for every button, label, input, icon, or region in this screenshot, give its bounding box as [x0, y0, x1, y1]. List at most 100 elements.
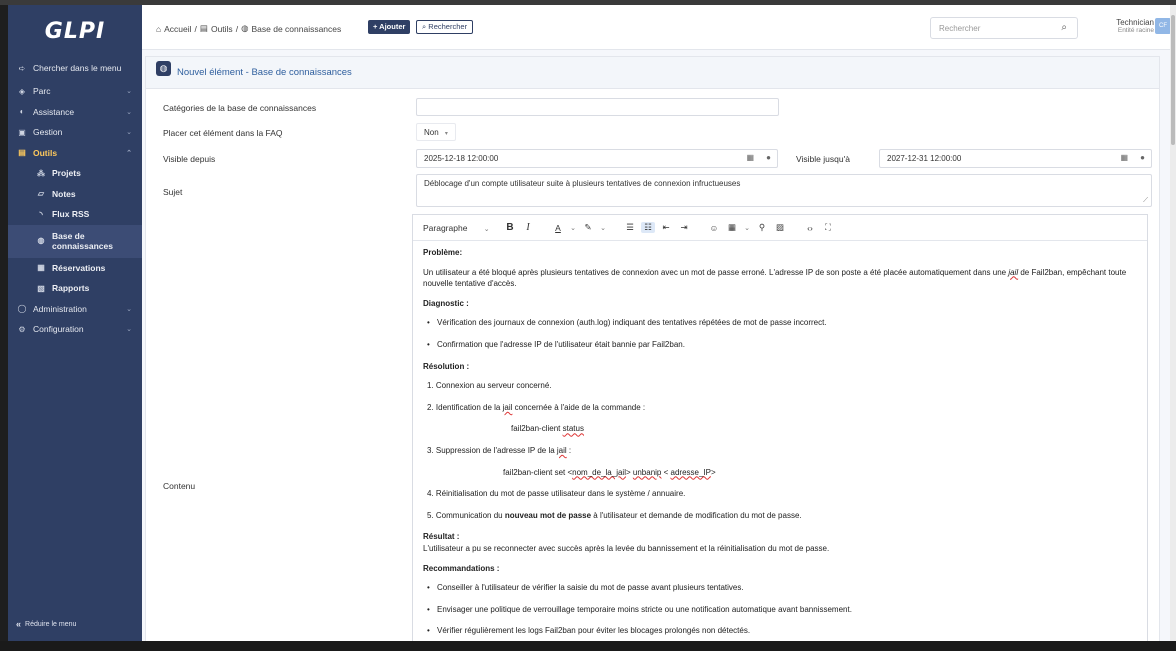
text-run: jail — [502, 402, 513, 412]
sidebar-item-configuration[interactable]: ⚙ Configuration ⌄ — [8, 319, 142, 340]
chevron-down-icon[interactable]: ⌄ — [599, 224, 607, 232]
text-run: < — [661, 467, 671, 477]
global-search-placeholder: Rechercher — [939, 24, 981, 33]
emoji-icon[interactable]: ☺ — [707, 223, 721, 233]
faq-select[interactable]: Non ▾ — [416, 123, 456, 141]
highlight-pen-icon[interactable]: ✎ — [581, 222, 595, 233]
avatar[interactable]: CF — [1155, 18, 1171, 34]
image-icon[interactable]: ▨ — [773, 222, 787, 233]
chevron-down-icon: ⌄ — [126, 305, 132, 313]
categories-select[interactable] — [416, 98, 779, 116]
sidebar-subitem-rss[interactable]: ◝ Flux RSS — [8, 204, 142, 225]
sidebar-item-label: Parc — [33, 86, 51, 97]
sidebar-subitem-projets[interactable]: ⁂ Projets — [8, 163, 142, 184]
calendar-icon: ▦ — [37, 263, 45, 273]
visible-from-label: Visible depuis — [163, 154, 216, 164]
list-item: Conseiller à l'utilisateur de vérifier l… — [427, 582, 1137, 594]
search-button-label: Rechercher — [428, 22, 468, 31]
editor-content[interactable]: Problème: Un utilisateur a été bloqué ap… — [413, 241, 1147, 651]
sidebar-item-gestion[interactable]: ▣ Gestion ⌄ — [8, 122, 142, 143]
calendar-icon[interactable]: ▦ — [1120, 153, 1128, 162]
sidebar-subitem-label: Projets — [52, 168, 81, 179]
glpi-logo[interactable]: GLPI — [8, 5, 142, 57]
chevron-down-icon[interactable]: ⌄ — [569, 224, 577, 232]
search-button[interactable]: ⌕ Rechercher — [416, 20, 474, 34]
chevron-down-icon[interactable]: ⌄ — [743, 224, 751, 232]
resolution-list: 3. Suppression de l'adresse IP de la jai… — [427, 445, 1137, 457]
fullscreen-icon[interactable]: ⛶ — [821, 222, 835, 233]
indent-icon[interactable]: ⇥ — [677, 222, 691, 233]
rss-icon: ◝ — [39, 209, 43, 219]
categories-label: Catégories de la base de connaissances — [163, 103, 317, 113]
bold-button[interactable]: B — [503, 222, 517, 233]
sidebar-item-label: Outils — [33, 147, 58, 158]
section-heading: Résultat : — [423, 532, 460, 542]
clear-icon[interactable]: ● — [1140, 153, 1145, 162]
scrollbar-thumb[interactable] — [1171, 15, 1175, 145]
sidebar-subitem-label: Rapports — [52, 283, 90, 294]
add-button[interactable]: + Ajouter — [368, 20, 411, 34]
editor-toolbar: Paragraphe ⌄ B I A ⌄ ✎ ⌄ ☰ ☷ ⇤ ⇥ ☺ ▦ ⌄ ⚲… — [413, 215, 1147, 241]
link-icon[interactable]: ⚲ — [755, 222, 769, 233]
code-icon[interactable]: ‹› — [803, 223, 817, 233]
resize-handle-icon[interactable]: ⟋ — [1143, 197, 1148, 205]
user-menu[interactable]: Technician Entité racine — [1094, 18, 1154, 34]
subject-textarea[interactable]: Déblocage d'un compte utilisateur suite … — [416, 174, 1152, 207]
top-header: ⌂ Accueil / ▤ Outils / ◍ Base de connais… — [142, 5, 1176, 50]
text-run: à l'utilisateur et demande de modificati… — [591, 510, 802, 520]
text-color-icon[interactable]: A — [551, 223, 565, 233]
page-scrollbar[interactable] — [1170, 5, 1176, 641]
form-header: ◍ Nouvel élément - Base de connaissances — [146, 57, 1159, 89]
taskbar-strip — [0, 641, 1176, 651]
sidebar-subitem-kb[interactable]: ◍ Base de connaissances — [8, 224, 142, 258]
sidebar-subitem-label: Flux RSS — [52, 209, 90, 220]
breadcrumb-item[interactable]: Accueil — [164, 24, 191, 34]
shield-icon: ◯ — [17, 304, 27, 314]
search-icon[interactable]: ⌕ — [1061, 22, 1067, 33]
search-arrow-icon: ➪ — [18, 63, 26, 73]
sidebar-item-assistance[interactable]: ◐ Assistance ⌄ — [8, 102, 142, 123]
table-icon[interactable]: ▦ — [725, 222, 739, 233]
breadcrumb-item[interactable]: Base de connaissances — [251, 24, 341, 34]
sidebar-subitem-rapports[interactable]: ▧ Rapports — [8, 278, 142, 299]
text-run: 2. Identification de la — [427, 402, 503, 412]
sidebar-item-parc[interactable]: ◈ Parc ⌄ — [8, 81, 142, 102]
sidebar-subitem-label: Réservations — [52, 262, 106, 273]
user-entity: Entité racine — [1117, 27, 1154, 34]
breadcrumb-item[interactable]: Outils — [211, 24, 233, 34]
calendar-icon[interactable]: ▦ — [746, 153, 754, 162]
block-format-select[interactable]: Paragraphe ⌄ — [423, 223, 499, 233]
diagnostic-list: Vérification des journaux de connexion (… — [427, 317, 1137, 350]
help-circle-icon: ◍ — [241, 23, 249, 33]
visible-from-input[interactable]: 2025-12-18 12:00:00 ▦ ● — [416, 149, 778, 168]
sidebar-item-label: Administration — [33, 303, 87, 314]
text-run: adresse_IP — [670, 467, 711, 477]
breadcrumb-separator: / — [235, 23, 239, 34]
global-search-input[interactable]: Rechercher ⌕ — [930, 17, 1078, 39]
menu-search[interactable]: ➪ Chercher dans le menu — [8, 57, 142, 79]
sidebar-item-label: Assistance — [33, 106, 75, 117]
command-line: fail2ban-client status — [423, 423, 1137, 435]
clear-icon[interactable]: ● — [766, 153, 771, 162]
sidebar-subitem-reservations[interactable]: ▦ Réservations — [8, 258, 142, 279]
sidebar-item-outils[interactable]: ▤ Outils ⌃ — [8, 143, 142, 164]
sidebar: GLPI ➪ Chercher dans le menu ◈ Parc ⌄ ◐ … — [8, 5, 142, 641]
sidebar-subitem-notes[interactable]: ▱ Notes — [8, 184, 142, 205]
text-run: status — [562, 424, 584, 434]
italic-button[interactable]: I — [521, 222, 535, 233]
project-icon: ⁂ — [37, 168, 45, 178]
outdent-icon[interactable]: ⇤ — [659, 222, 673, 233]
help-circle-icon: ◍ — [37, 236, 45, 245]
section-heading: Diagnostic : — [423, 298, 469, 308]
resolution-list: 1. Connexion au serveur concerné. 2. Ide… — [427, 380, 1137, 413]
block-format-value: Paragraphe — [423, 222, 468, 233]
sidebar-item-label: Gestion — [33, 127, 63, 138]
search-icon: ⌕ — [422, 22, 427, 31]
numbered-list-icon[interactable]: ☷ — [641, 222, 655, 233]
bullet-list-icon[interactable]: ☰ — [623, 222, 637, 233]
visible-until-input[interactable]: 2027-12-31 12:00:00 ▦ ● — [879, 149, 1152, 168]
sidebar-item-administration[interactable]: ◯ Administration ⌄ — [8, 299, 142, 320]
collapse-menu-button[interactable]: « Réduire le menu — [16, 619, 76, 629]
chevron-down-icon: ⌄ — [483, 225, 490, 233]
sidebar-subitem-label: Notes — [52, 188, 76, 199]
